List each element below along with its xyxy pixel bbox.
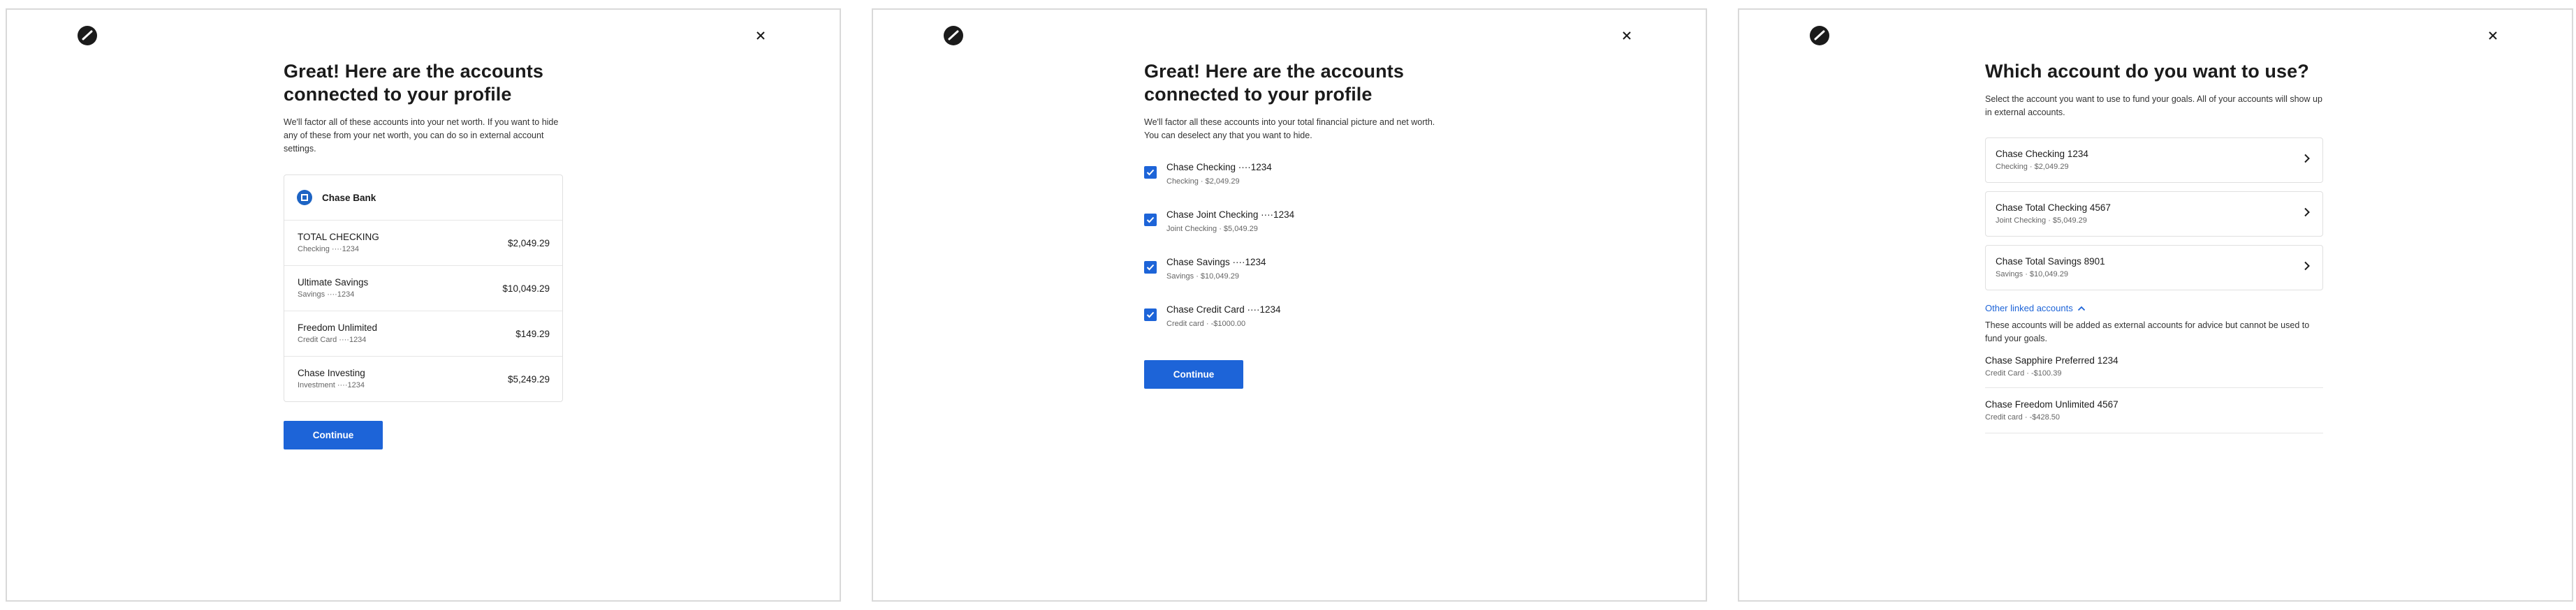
account-name: Chase Investing [298,368,365,378]
account-detail: Credit Card · -$100.39 [1985,369,2062,378]
account-detail: Savings · $10,049.29 [1166,272,1239,281]
account-name: Chase Credit Card ····1234 [1166,304,1281,315]
account-name: Chase Joint Checking ····1234 [1166,209,1295,220]
linked-account-row: Chase Freedom Unlimited 4567 Credit card… [1985,388,2323,433]
account-detail: Joint Checking · $5,049.29 [1166,225,1258,233]
account-detail: Credit card · -$1000.00 [1166,320,1246,328]
account-name: TOTAL CHECKING [298,232,379,242]
account-balance: $2,049.29 [507,237,550,248]
account-name: Chase Total Checking 4567 [1996,202,2111,213]
account-balance: $149.29 [515,328,550,339]
page-title: Great! Here are the accounts connected t… [284,61,543,105]
account-row: Freedom Unlimited Credit Card ····1234 $… [284,311,562,357]
chevron-up-icon [2077,306,2085,311]
funding-account-list: Chase Checking 1234 Checking · $2,049.29… [1985,137,2323,290]
account-row: Ultimate Savings Savings ····1234 $10,04… [284,266,562,311]
page-title: Great! Here are the accounts connected t… [1144,61,1404,105]
funding-account-panel: Which account do you want to use? Select… [1738,8,2573,602]
checkbox-checked-icon[interactable] [1144,214,1157,226]
continue-button[interactable]: Continue [284,421,383,449]
account-name: Freedom Unlimited [298,322,378,333]
account-checkbox-row[interactable]: Chase Checking ····1234 Checking · $2,04… [1144,161,1444,208]
close-icon[interactable] [2484,27,2502,45]
chevron-right-icon [2303,261,2311,274]
account-name: Chase Checking ····1234 [1166,162,1272,172]
account-name: Chase Freedom Unlimited 4567 [1985,399,2118,410]
account-option[interactable]: Chase Total Savings 8901 Savings · $10,0… [1985,245,2323,290]
page-subtitle: We'll factor all these accounts into you… [1144,117,1435,140]
continue-button[interactable]: Continue [1144,360,1243,389]
accounts-summary-panel: Great! Here are the accounts connected t… [6,8,841,602]
chevron-right-icon [2303,207,2311,221]
account-name: Chase Sapphire Preferred 1234 [1985,355,2118,366]
account-checkbox-row[interactable]: Chase Savings ····1234 Savings · $10,049… [1144,255,1444,303]
account-detail: Credit card · -$428.50 [1985,412,2060,422]
account-name: Chase Savings ····1234 [1166,257,1266,267]
account-detail: Joint Checking · $5,049.29 [1996,216,2087,225]
account-name: Ultimate Savings [298,277,369,288]
brand-logo-icon [77,25,98,46]
account-checkbox-row[interactable]: Chase Joint Checking ····1234 Joint Chec… [1144,208,1444,255]
brand-logo-icon [1809,25,1830,46]
account-balance: $10,049.29 [502,283,550,294]
checkbox-checked-icon[interactable] [1144,166,1157,179]
bank-header: Chase Bank [284,175,562,221]
account-detail: Savings ····1234 [298,290,355,299]
other-linked-description: These accounts will be added as external… [1985,320,2310,343]
page-subtitle: Select the account you want to use to fu… [1985,94,2322,117]
chase-logo-icon [297,190,312,205]
account-checklist: Chase Checking ····1234 Checking · $2,04… [1144,161,1444,350]
chevron-right-icon [2303,154,2311,167]
brand-logo-icon [943,25,964,46]
account-detail: Investment ····1234 [298,381,365,389]
linked-accounts-list: Chase Sapphire Preferred 1234 Credit Car… [1985,345,2323,433]
checkbox-checked-icon[interactable] [1144,261,1157,274]
account-checkbox-row[interactable]: Chase Credit Card ····1234 Credit card ·… [1144,303,1444,350]
account-row: TOTAL CHECKING Checking ····1234 $2,049.… [284,221,562,266]
account-detail: Credit Card ····1234 [298,336,367,344]
account-name: Chase Total Savings 8901 [1996,256,2105,267]
account-detail: Checking ····1234 [298,245,360,253]
other-linked-accounts-toggle[interactable]: Other linked accounts [1985,303,2323,313]
account-detail: Savings · $10,049.29 [1996,270,2068,278]
account-name: Chase Checking 1234 [1996,149,2088,159]
account-detail: Checking · $2,049.29 [1996,163,2069,171]
bank-accounts-card: Chase Bank TOTAL CHECKING Checking ····1… [284,174,563,402]
page-subtitle: We'll factor all of these accounts into … [284,117,559,154]
account-row: Chase Investing Investment ····1234 $5,2… [284,357,562,401]
account-balance: $5,249.29 [507,373,550,385]
bank-name: Chase Bank [322,192,376,203]
linked-account-row: Chase Sapphire Preferred 1234 Credit Car… [1985,345,2323,388]
other-linked-accounts-label: Other linked accounts [1985,303,2073,313]
close-icon[interactable] [1618,27,1636,45]
checkbox-checked-icon[interactable] [1144,308,1157,321]
account-detail: Checking · $2,049.29 [1166,177,1240,186]
account-option[interactable]: Chase Checking 1234 Checking · $2,049.29 [1985,137,2323,183]
page-title: Which account do you want to use? [1985,61,2309,82]
account-option[interactable]: Chase Total Checking 4567 Joint Checking… [1985,191,2323,237]
accounts-select-panel: Great! Here are the accounts connected t… [872,8,1707,602]
close-icon[interactable] [752,27,770,45]
